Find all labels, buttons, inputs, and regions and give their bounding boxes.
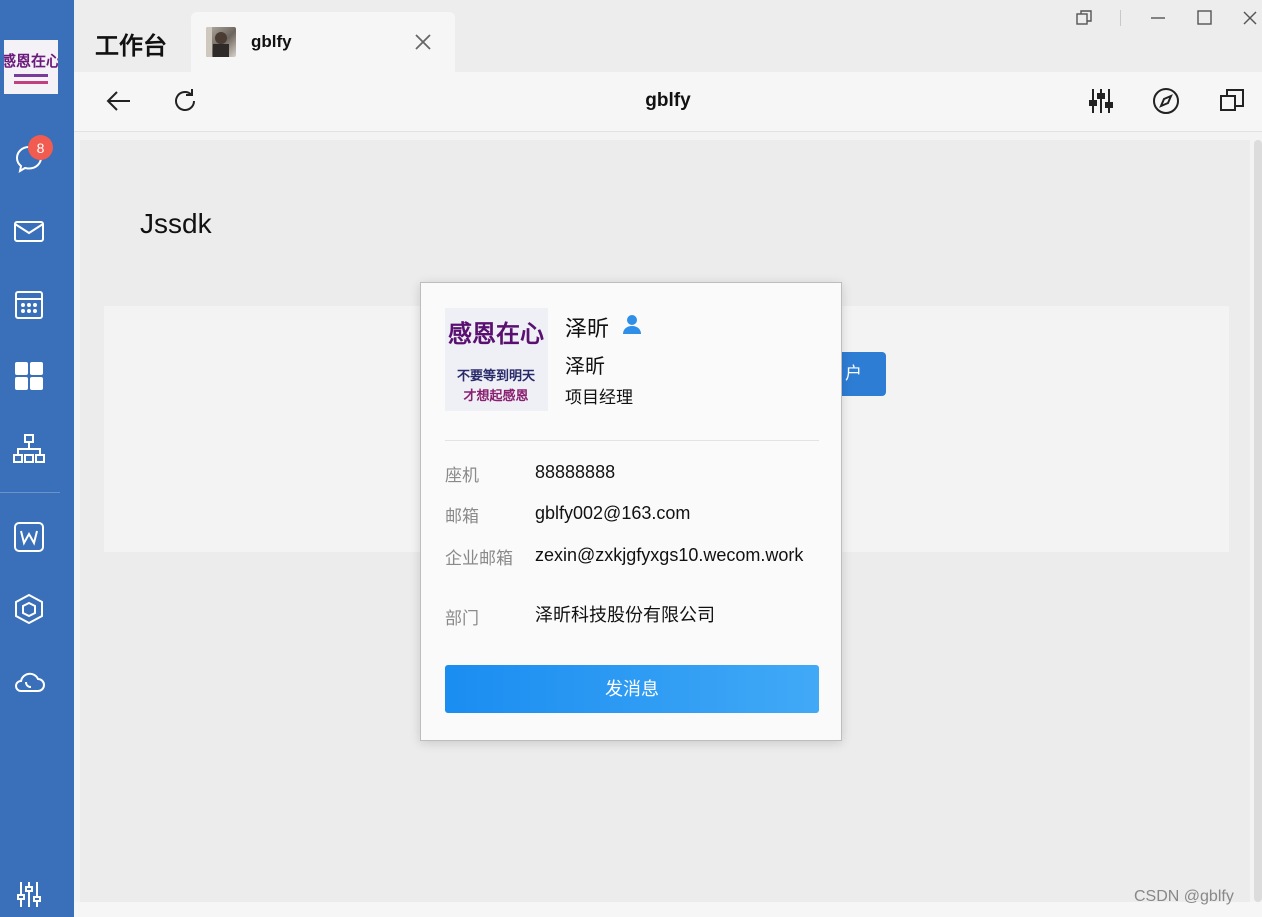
tab-favicon xyxy=(206,27,236,57)
restore-window-icon[interactable] xyxy=(1074,8,1094,28)
profile-name: 泽昕 xyxy=(565,316,610,341)
profile-position: 项目经理 xyxy=(565,388,633,407)
email-value[interactable]: gblfy002@163.com xyxy=(535,501,805,525)
card-divider xyxy=(445,440,819,441)
svg-text:感恩在心: 感恩在心 xyxy=(448,319,544,348)
unread-badge: 8 xyxy=(28,135,53,160)
department-value: 泽昕科技股份有限公司 xyxy=(535,605,715,625)
svg-text:不要等到明天: 不要等到明天 xyxy=(457,368,536,384)
profile-card: 感恩在心 不要等到明天 才想起感恩 泽昕 泽昕 项目经理 座机 88888888… xyxy=(420,282,842,741)
compass-icon[interactable] xyxy=(1151,86,1181,116)
cloud-phone-icon[interactable] xyxy=(10,662,48,700)
left-sidebar: 感恩在心 8 xyxy=(0,0,74,917)
user-avatar[interactable]: 感恩在心 xyxy=(4,40,58,94)
tab-title: gblfy xyxy=(251,32,292,51)
org-chart-icon[interactable] xyxy=(10,430,48,468)
send-message-button[interactable]: 发消息 xyxy=(445,665,819,713)
person-icon xyxy=(621,313,643,335)
window-control-separator xyxy=(1120,10,1121,26)
cube-icon[interactable] xyxy=(10,590,48,628)
department-label: 部门 xyxy=(445,609,479,628)
sidebar-divider xyxy=(0,492,60,493)
close-window-icon[interactable] xyxy=(1240,8,1260,28)
back-arrow-icon[interactable] xyxy=(104,86,134,116)
phone-label: 座机 xyxy=(445,466,479,485)
mail-icon[interactable] xyxy=(10,212,48,250)
vertical-scrollbar[interactable] xyxy=(1254,140,1262,902)
svg-text:才想起感恩: 才想起感恩 xyxy=(463,388,528,404)
corp-email-label: 企业邮箱 xyxy=(445,549,513,568)
corp-email-value[interactable]: zexin@zxkjgfyxgs10.wecom.work xyxy=(535,543,805,567)
profile-avatar: 感恩在心 不要等到明天 才想起感恩 xyxy=(445,308,548,411)
refresh-icon[interactable] xyxy=(170,86,200,116)
adjust-sliders-icon[interactable] xyxy=(1086,86,1116,116)
watermark: CSDN @gblfy xyxy=(1134,888,1234,905)
bottom-strip xyxy=(74,902,1262,917)
page-heading: Jssdk xyxy=(140,208,212,239)
maximize-icon[interactable] xyxy=(1195,8,1215,28)
phone-value: 88888888 xyxy=(535,462,616,482)
word-doc-icon[interactable] xyxy=(10,518,48,556)
tab-gblfy[interactable]: gblfy xyxy=(191,12,455,72)
browser-nav-bar: gblfy xyxy=(74,72,1262,132)
close-icon[interactable] xyxy=(411,30,435,54)
svg-text:感恩在心: 感恩在心 xyxy=(4,52,58,70)
minimize-icon[interactable] xyxy=(1148,8,1168,28)
settings-sliders-icon[interactable] xyxy=(10,875,48,913)
workbench-icon[interactable] xyxy=(10,357,48,395)
page-title: gblfy xyxy=(645,90,691,111)
calendar-icon[interactable] xyxy=(10,285,48,323)
workbench-home-tab[interactable]: 工作台 xyxy=(95,26,167,61)
open-external-window-icon[interactable] xyxy=(1217,86,1247,116)
profile-alias: 泽昕 xyxy=(565,356,605,378)
email-label: 邮箱 xyxy=(445,507,479,526)
